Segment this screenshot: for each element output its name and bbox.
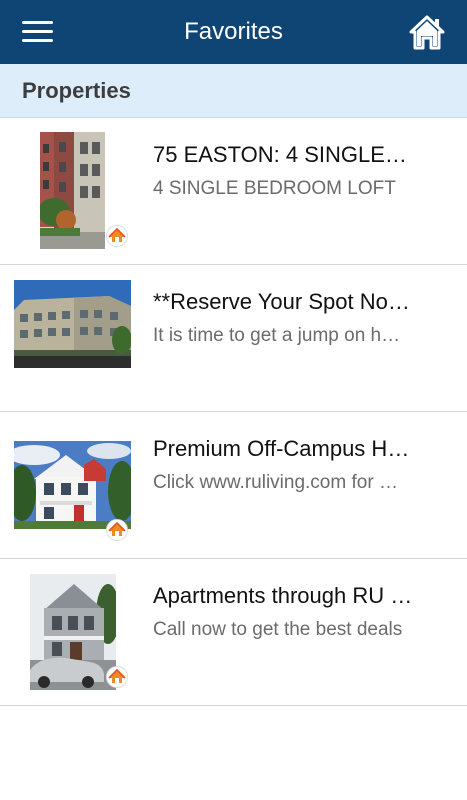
property-list-item[interactable]: 75 EASTON: 4 SINGLE BEDROOM LOFT 4 SINGL…: [0, 118, 467, 265]
property-title: Premium Off-Campus Housing: [153, 436, 413, 461]
favorites-screen: Favorites Properties 75 EASTON: 4 SINGLE…: [0, 0, 467, 800]
house-badge-icon: [106, 519, 128, 541]
brick-apartment-building-photo: [40, 132, 105, 249]
white-house-photo: [14, 441, 131, 529]
property-title: Apartments through RU Living: [153, 583, 413, 608]
page-title: Favorites: [184, 18, 283, 45]
property-subtitle: 4 SINGLE BEDROOM LOFT: [153, 178, 396, 199]
gray-house-photo: [30, 574, 116, 690]
top-app-bar: Favorites: [0, 0, 467, 64]
section-header: Properties: [0, 64, 467, 118]
property-subtitle: Call now to get the best deals: [153, 619, 403, 640]
menu-bar-top: [22, 21, 53, 24]
property-list-item[interactable]: Premium Off-Campus Housing Click www.rul…: [0, 412, 467, 559]
property-title: **Reserve Your Spot Now**: [153, 289, 413, 314]
menu-bar-middle: [22, 30, 53, 33]
favorites-list: 75 EASTON: 4 SINGLE BEDROOM LOFT 4 SINGL…: [0, 118, 467, 706]
property-list-item[interactable]: Apartments through RU Living Call now to…: [0, 559, 467, 706]
apartment-complex-photo: [14, 280, 131, 368]
house-badge-icon: [106, 225, 128, 247]
menu-bar-bottom: [22, 39, 53, 42]
home-icon[interactable]: [409, 14, 445, 50]
property-list-item[interactable]: **Reserve Your Spot Now** It is time to …: [0, 265, 467, 412]
property-subtitle: Click www.ruliving.com for more info: [153, 472, 403, 493]
property-subtitle: It is time to get a jump on housing: [153, 325, 403, 346]
property-title: 75 EASTON: 4 SINGLE BEDROOM LOFT: [153, 142, 413, 167]
hamburger-menu-icon[interactable]: [22, 20, 54, 44]
house-badge-icon: [106, 666, 128, 688]
section-title: Properties: [22, 78, 131, 103]
